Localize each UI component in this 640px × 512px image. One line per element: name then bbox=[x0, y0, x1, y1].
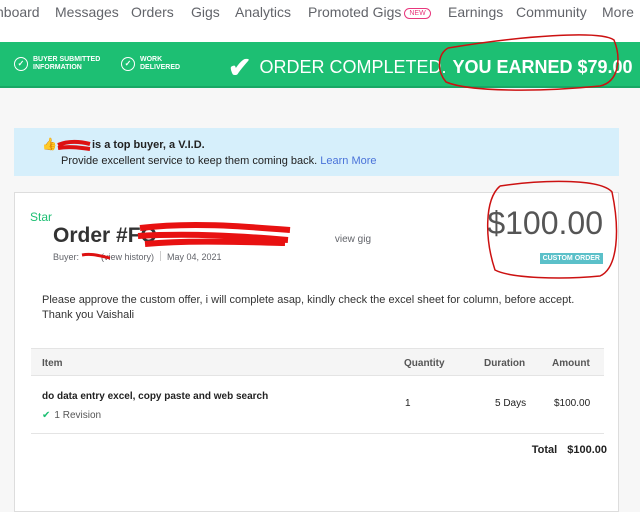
step-work-delivered: ✓ WORK DELIVERED bbox=[121, 56, 180, 72]
table-row: do data entry excel, copy paste and web … bbox=[31, 376, 604, 434]
view-gig-link[interactable]: view gig bbox=[335, 234, 371, 245]
vid-line2: Provide excellent service to keep them c… bbox=[61, 155, 318, 167]
order-title: Order #FO view gig bbox=[53, 224, 371, 248]
order-items-table: Item Quantity Duration Amount do data en… bbox=[31, 348, 604, 434]
step-label: BUYER SUBMITTED bbox=[33, 56, 101, 63]
earned-amount: YOU EARNED $79.00 bbox=[452, 57, 633, 77]
nav-gigs[interactable]: Gigs bbox=[191, 4, 220, 20]
order-meta: Buyer: (view history) May 04, 2021 bbox=[53, 251, 222, 262]
order-price: $100.00 bbox=[487, 205, 603, 241]
step-buyer-submitted: ✓ BUYER SUBMITTED INFORMATION bbox=[14, 56, 100, 72]
order-description: Please approve the custom offer, i will … bbox=[42, 294, 575, 321]
thumbs-up-icon: 👍 bbox=[42, 137, 57, 151]
nav-orders[interactable]: Orders bbox=[131, 4, 174, 20]
order-label: Star bbox=[30, 210, 53, 224]
check-circle-icon: ✓ bbox=[14, 57, 28, 71]
nav-promoted-gigs[interactable]: Promoted Gigs NEW bbox=[308, 4, 431, 20]
item-name: do data entry excel, copy paste and web … bbox=[42, 391, 269, 402]
col-duration: Duration bbox=[484, 358, 526, 369]
revision: ✔ 1 Revision bbox=[42, 410, 101, 421]
nav-promoted-label: Promoted Gigs bbox=[308, 4, 402, 20]
step-label: INFORMATION bbox=[33, 64, 82, 71]
nav-earnings[interactable]: Earnings bbox=[448, 4, 503, 20]
custom-order-badge: CUSTOM ORDER bbox=[539, 253, 603, 264]
item-quantity: 1 bbox=[405, 398, 411, 409]
total-amount: $100.00 bbox=[567, 444, 607, 456]
item-amount: $100.00 bbox=[554, 398, 591, 409]
order-number: Order #FO bbox=[53, 224, 157, 247]
col-quantity: Quantity bbox=[404, 358, 445, 369]
revision-count: 1 Revision bbox=[54, 410, 102, 421]
nav-more[interactable]: More bbox=[602, 4, 634, 20]
total-label: Total bbox=[531, 444, 558, 456]
new-badge: NEW bbox=[404, 8, 431, 19]
step-label: DELIVERED bbox=[140, 64, 181, 71]
table-header: Item Quantity Duration Amount bbox=[31, 348, 604, 376]
order-status-banner: ✓ BUYER SUBMITTED INFORMATION ✓ WORK DELIVER… bbox=[0, 42, 640, 88]
nav-messages[interactable]: Messages bbox=[55, 4, 119, 20]
checkmark-icon: ✔ bbox=[228, 52, 252, 83]
col-item: Item bbox=[42, 358, 63, 369]
buyer-label: Buyer: bbox=[53, 252, 80, 262]
nav-community[interactable]: Community bbox=[516, 4, 587, 20]
order-completed: ✔ ORDER COMPLETED. YOU EARNED $79.00 bbox=[228, 51, 633, 84]
status-text: ORDER COMPLETED. bbox=[259, 57, 447, 77]
order-card: Star Order #FO view gig Buyer: (view histo… bbox=[14, 192, 619, 512]
vid-line1: is a top buyer, a V.I.D. bbox=[92, 139, 205, 151]
top-nav: hboard Messages Orders Gigs Analytics Pr… bbox=[0, 0, 640, 42]
check-icon: ✔ bbox=[42, 410, 51, 421]
item-duration: 5 Days bbox=[495, 398, 527, 409]
vid-notice: 👍 is a top buyer, a V.I.D. Provide excell… bbox=[14, 128, 619, 176]
nav-analytics[interactable]: Analytics bbox=[235, 4, 291, 20]
view-history-link[interactable]: (view history) bbox=[101, 252, 154, 262]
check-circle-icon: ✓ bbox=[121, 57, 135, 71]
order-date: May 04, 2021 bbox=[167, 252, 222, 262]
learn-more-link[interactable]: Learn More bbox=[320, 155, 376, 167]
col-amount: Amount bbox=[552, 358, 590, 369]
step-label: WORK bbox=[140, 56, 163, 63]
order-total: Total $100.00 bbox=[522, 444, 607, 456]
nav-dashboard[interactable]: hboard bbox=[0, 4, 40, 20]
